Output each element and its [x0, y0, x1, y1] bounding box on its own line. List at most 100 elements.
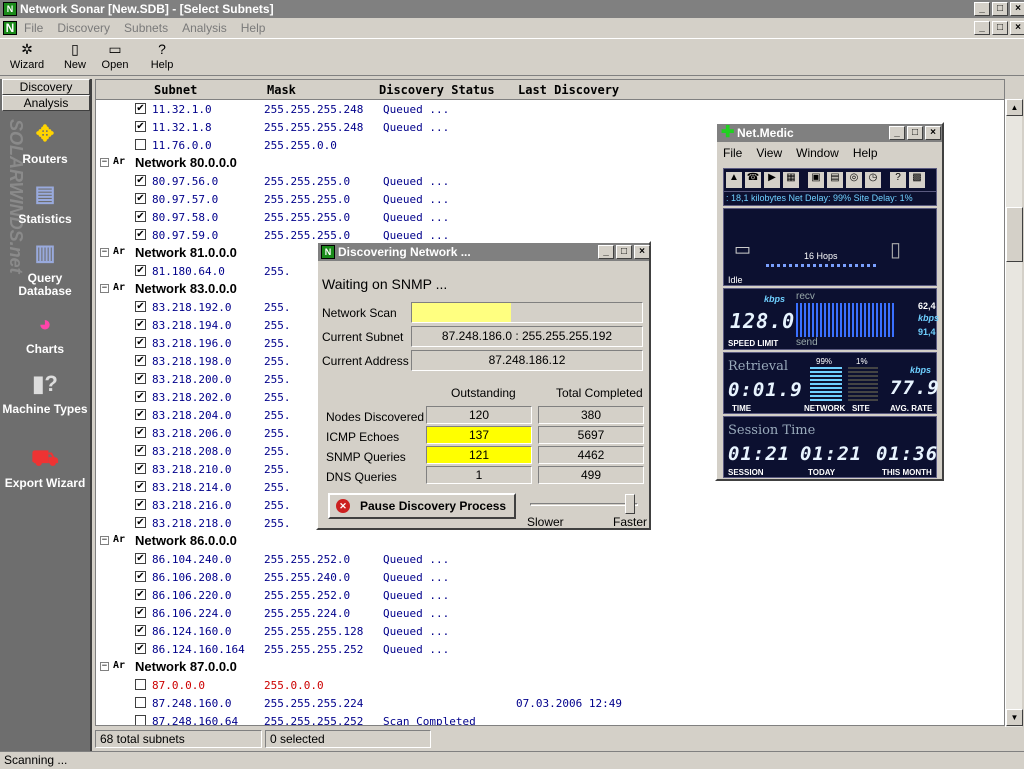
netmedic-maximize-button[interactable]: □ — [907, 126, 923, 140]
subnet-checkbox[interactable]: ✔ — [135, 355, 146, 366]
collapse-toggle[interactable]: − — [100, 158, 109, 167]
subnet-checkbox[interactable]: ✔ — [135, 607, 146, 618]
subnet-checkbox[interactable]: ✔ — [135, 175, 146, 186]
subnet-checkbox[interactable]: ✔ — [135, 643, 146, 654]
subnet-checkbox[interactable] — [135, 697, 146, 708]
wizard-button[interactable]: ✲ Wizard — [6, 41, 48, 75]
subnet-checkbox[interactable]: ✔ — [135, 481, 146, 492]
new-button[interactable]: ▯ New — [58, 41, 92, 75]
nm-tool-6-icon[interactable]: ▤ — [827, 172, 843, 188]
collapse-toggle[interactable]: − — [100, 284, 109, 293]
subnet-checkbox[interactable]: ✔ — [135, 229, 146, 240]
subnet-checkbox[interactable]: ✔ — [135, 193, 146, 204]
child-close-button[interactable]: × — [1010, 21, 1024, 35]
sidebar-item-query-database[interactable]: ▥ Query Database — [0, 238, 90, 298]
collapse-toggle[interactable]: − — [100, 536, 109, 545]
nm-tool-3-icon[interactable]: ▶ — [764, 172, 780, 188]
nm-menu-file[interactable]: File — [723, 146, 742, 160]
subnet-checkbox[interactable]: ✔ — [135, 319, 146, 330]
pause-discovery-button[interactable]: ✕ Pause Discovery Process — [328, 493, 516, 519]
subnet-row[interactable]: ✔ 86.124.160.0 255.255.255.128 Queued ... — [96, 622, 1004, 640]
tab-analysis[interactable]: Analysis — [2, 95, 90, 111]
child-restore-button[interactable]: □ — [992, 21, 1008, 35]
dialog-close-button[interactable]: × — [634, 245, 650, 259]
subnet-row[interactable]: 87.248.160.0 255.255.255.224 07.03.2006 12… — [96, 694, 1004, 712]
nm-tool-5-icon[interactable]: ▣ — [808, 172, 824, 188]
network-group-row[interactable]: − Ar Network 86.0.0.0 — [96, 532, 1004, 550]
sidebar-item-routers[interactable]: ✥ Routers — [0, 119, 90, 166]
subnet-checkbox[interactable]: ✔ — [135, 337, 146, 348]
netmedic-minimize-button[interactable]: _ — [889, 126, 905, 140]
menu-subnets[interactable]: Subnets — [124, 21, 168, 35]
tab-discovery[interactable]: Discovery — [2, 79, 90, 95]
subnet-row[interactable]: ✔ 86.106.224.0 255.255.224.0 Queued ... — [96, 604, 1004, 622]
col-last-discovery[interactable]: Last Discovery — [518, 83, 619, 97]
subnet-checkbox[interactable]: ✔ — [135, 589, 146, 600]
subnet-checkbox[interactable] — [135, 715, 146, 725]
subnet-checkbox[interactable]: ✔ — [135, 211, 146, 222]
subnet-checkbox[interactable]: ✔ — [135, 391, 146, 402]
help-button[interactable]: ? Help — [146, 41, 178, 75]
subnet-row[interactable]: ✔ 86.106.208.0 255.255.240.0 Queued ... — [96, 568, 1004, 586]
subnet-checkbox[interactable]: ✔ — [135, 517, 146, 528]
speed-slider-track[interactable] — [530, 503, 638, 506]
subnet-checkbox[interactable]: ✔ — [135, 553, 146, 564]
nm-help-icon[interactable]: ? — [890, 172, 906, 188]
subnet-row[interactable]: 87.0.0.0 255.0.0.0 — [96, 676, 1004, 694]
network-group-row[interactable]: − Ar Network 87.0.0.0 — [96, 658, 1004, 676]
subnet-checkbox[interactable]: ✔ — [135, 265, 146, 276]
dialog-maximize-button[interactable]: □ — [616, 245, 632, 259]
subnet-checkbox[interactable]: ✔ — [135, 571, 146, 582]
sidebar-item-export-wizard[interactable]: ⛟ Export Wizard — [0, 443, 90, 490]
maximize-button[interactable]: □ — [992, 2, 1008, 16]
menu-file[interactable]: File — [24, 21, 43, 35]
menu-discovery[interactable]: Discovery — [57, 21, 110, 35]
nm-tool-7-icon[interactable]: ◎ — [846, 172, 862, 188]
minimize-button[interactable]: _ — [974, 2, 990, 16]
subnet-checkbox[interactable]: ✔ — [135, 499, 146, 510]
subnet-row[interactable]: ✔ 11.32.1.0 255.255.255.248 Queued ... — [96, 100, 1004, 118]
scroll-down-arrow[interactable]: ▼ — [1006, 709, 1023, 726]
menu-help[interactable]: Help — [241, 21, 266, 35]
subnet-checkbox[interactable] — [135, 679, 146, 690]
sidebar-item-statistics[interactable]: ▤ Statistics — [0, 179, 90, 226]
nm-menu-window[interactable]: Window — [796, 146, 839, 160]
scroll-up-arrow[interactable]: ▲ — [1006, 99, 1023, 116]
child-minimize-button[interactable]: _ — [974, 21, 990, 35]
col-discovery-status[interactable]: Discovery Status — [379, 83, 495, 97]
subnet-checkbox[interactable]: ✔ — [135, 463, 146, 474]
subnet-checkbox[interactable]: ✔ — [135, 625, 146, 636]
subnet-checkbox[interactable]: ✔ — [135, 445, 146, 456]
col-subnet[interactable]: Subnet — [154, 83, 197, 97]
subnet-checkbox[interactable]: ✔ — [135, 103, 146, 114]
subnet-checkbox[interactable]: ✔ — [135, 427, 146, 438]
nm-menu-view[interactable]: View — [756, 146, 782, 160]
menu-analysis[interactable]: Analysis — [182, 21, 227, 35]
subnet-row[interactable]: ✔ 86.104.240.0 255.255.252.0 Queued ... — [96, 550, 1004, 568]
subnet-checkbox[interactable]: ✔ — [135, 121, 146, 132]
nm-tool-4-icon[interactable]: ▦ — [783, 172, 799, 188]
subnet-checkbox[interactable]: ✔ — [135, 409, 146, 420]
scroll-thumb[interactable] — [1006, 207, 1023, 262]
subnet-row[interactable]: ✔ 86.124.160.164 255.255.255.252 Queued ... — [96, 640, 1004, 658]
collapse-toggle[interactable]: − — [100, 248, 109, 257]
speed-slider-thumb[interactable] — [625, 494, 635, 514]
netmedic-close-button[interactable]: × — [925, 126, 941, 140]
vertical-scrollbar[interactable]: ▲ ▼ — [1005, 99, 1023, 727]
subnet-checkbox[interactable]: ✔ — [135, 373, 146, 384]
collapse-toggle[interactable]: − — [100, 662, 109, 671]
open-button[interactable]: ▭ Open — [98, 41, 132, 75]
nm-menu-help[interactable]: Help — [853, 146, 878, 160]
subnet-checkbox[interactable] — [135, 139, 146, 150]
nm-tool-1-icon[interactable]: ▲ — [726, 172, 742, 188]
sidebar-item-machine-types[interactable]: ▮? Machine Types — [0, 369, 90, 416]
subnet-checkbox[interactable]: ✔ — [135, 301, 146, 312]
nm-tool-10-icon[interactable]: ▩ — [909, 172, 925, 188]
close-button[interactable]: × — [1010, 2, 1024, 16]
sidebar-item-charts[interactable]: ◕ Charts — [0, 309, 90, 356]
subnet-row[interactable]: ✔ 86.106.220.0 255.255.252.0 Queued ... — [96, 586, 1004, 604]
nm-tool-8-icon[interactable]: ◷ — [865, 172, 881, 188]
subnet-row[interactable]: 87.248.160.64 255.255.255.252 Scan Complet… — [96, 712, 1004, 725]
dialog-minimize-button[interactable]: _ — [598, 245, 614, 259]
nm-tool-2-icon[interactable]: ☎ — [745, 172, 761, 188]
